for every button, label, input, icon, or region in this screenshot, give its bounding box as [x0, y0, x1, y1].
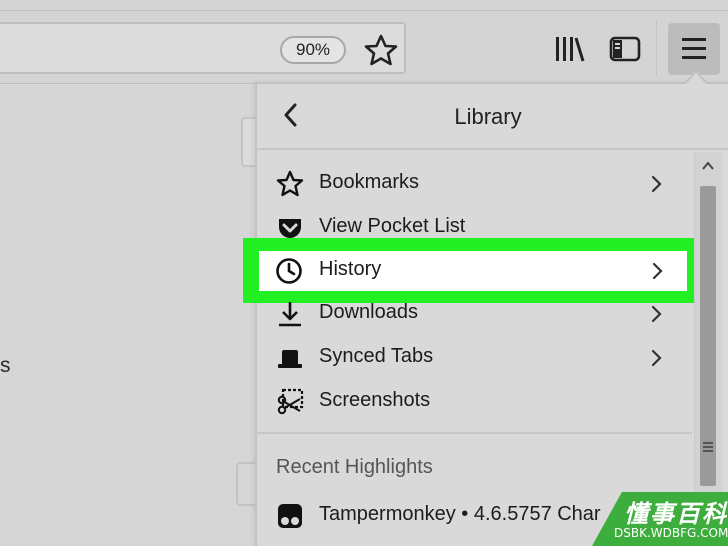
toolbar-divider — [656, 20, 657, 76]
menu-item-label: Synced Tabs — [319, 345, 434, 367]
menu-item-bookmarks[interactable]: Bookmarks — [272, 164, 688, 204]
menu-item-label: History — [319, 258, 382, 280]
recent-item-label: Tampermonkey • 4.6.5757 Char — [319, 503, 601, 525]
chevron-left-icon — [284, 103, 297, 127]
sidebar-icon — [609, 36, 641, 62]
library-icon — [556, 37, 585, 62]
clock-icon — [276, 258, 302, 284]
menu-item-history[interactable]: History — [259, 251, 687, 291]
menu-item-label: View Pocket List — [319, 215, 466, 237]
menu-item-label: Bookmarks — [319, 171, 420, 193]
star-icon — [276, 170, 304, 197]
chevron-right-icon — [651, 349, 662, 367]
chevron-right-icon — [651, 175, 662, 193]
zoom-level-button[interactable]: 90% — [280, 36, 346, 64]
panel-divider — [256, 432, 692, 434]
chevron-right-icon — [651, 305, 662, 323]
watermark-text: 懂事百科 — [624, 500, 728, 528]
back-button[interactable] — [278, 100, 304, 130]
panel-title: Library — [454, 104, 522, 129]
tampermonkey-icon — [278, 504, 302, 528]
menu-item-screenshots[interactable]: Screenshots — [272, 382, 688, 422]
menu-item-label: Downloads — [319, 301, 418, 323]
screenshot-icon — [277, 388, 304, 415]
star-icon — [364, 34, 398, 66]
scroll-up-arrow-icon[interactable] — [700, 156, 716, 176]
panel-arrow-fill — [686, 73, 706, 84]
menu-item-label: Screenshots — [319, 389, 431, 411]
toolbar-top-border — [0, 10, 728, 11]
recent-highlights-heading: Recent Highlights — [276, 456, 433, 478]
open-menu-button[interactable] — [668, 23, 720, 75]
watermark-url: DSBK.WDBFG.COM — [614, 526, 728, 540]
library-button[interactable] — [550, 30, 588, 68]
download-icon — [279, 302, 301, 327]
menu-item-synced-tabs[interactable]: Synced Tabs — [272, 338, 688, 378]
hamburger-menu-icon — [682, 38, 706, 59]
page-text-fragment: s — [0, 354, 11, 377]
menu-item-downloads[interactable]: Downloads — [272, 294, 688, 334]
chevron-right-icon — [652, 262, 663, 280]
sidebar-button[interactable] — [606, 30, 644, 68]
bookmark-star-button[interactable] — [363, 33, 399, 67]
synced-tabs-icon — [278, 350, 302, 368]
scrollbar-grip-icon — [703, 442, 713, 452]
